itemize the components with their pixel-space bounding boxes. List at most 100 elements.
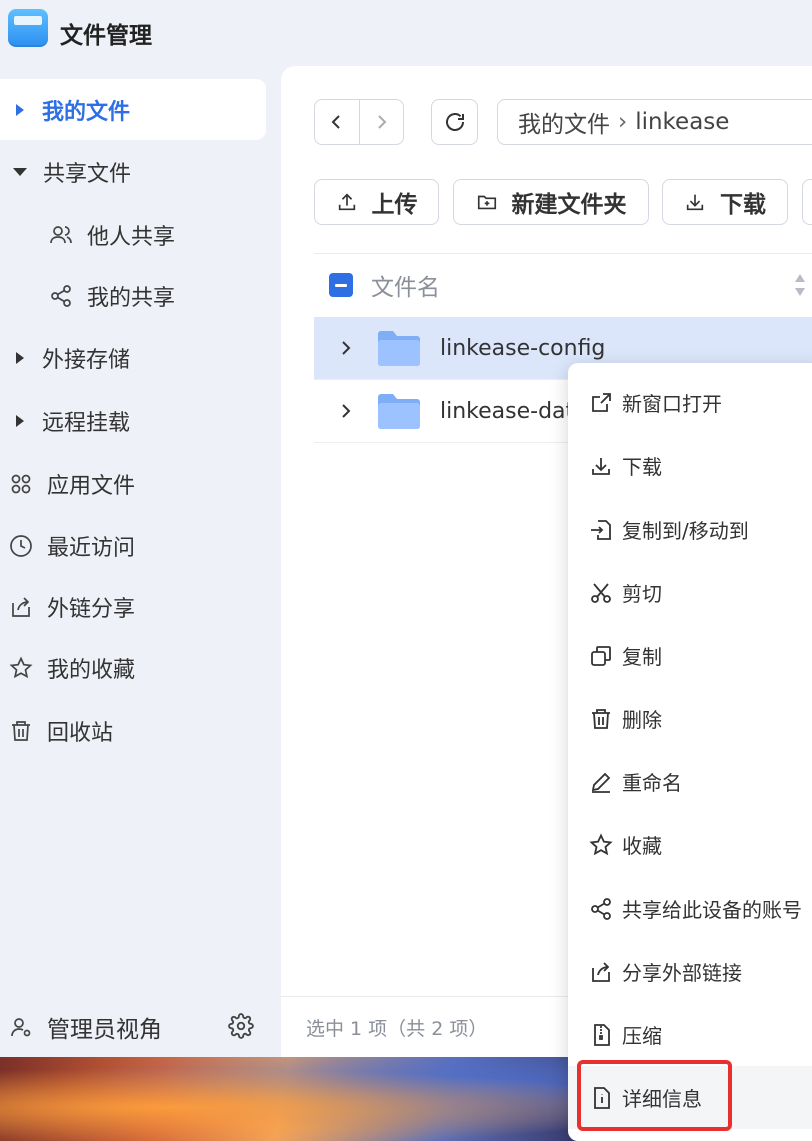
sidebar-item-favorites[interactable]: 我的收藏 [0, 637, 266, 698]
back-button[interactable] [315, 100, 359, 144]
folder-icon [378, 393, 420, 429]
menu-item-label: 下载 [622, 455, 662, 479]
menu-item-label: 新窗口打开 [622, 392, 722, 416]
trash-icon [588, 706, 614, 732]
admin-view-toggle[interactable]: 管理员视角 [0, 996, 281, 1057]
menu-item-label: 复制 [622, 645, 662, 669]
copy-icon [588, 643, 614, 669]
sidebar-item-label: 外链分享 [47, 596, 136, 622]
upload-label: 上传 [371, 192, 418, 218]
menu-item-delete[interactable]: 删除 [568, 687, 812, 750]
download-button[interactable]: 下载 [662, 179, 788, 225]
new-folder-label: 新建文件夹 [511, 192, 627, 218]
sidebar-item-my-files[interactable]: 我的文件 [0, 79, 266, 140]
file-name: linkease-data [440, 398, 588, 424]
menu-item-compress[interactable]: 压缩 [568, 1003, 812, 1066]
star-icon [8, 655, 34, 681]
chevron-right-icon [378, 115, 387, 129]
column-header-name[interactable]: 文件名 [371, 268, 440, 302]
admin-user-icon [8, 1014, 34, 1040]
titlebar: 文件管理 [0, 0, 812, 66]
menu-item-rename[interactable]: 重命名 [568, 750, 812, 813]
sidebar-item-shared-files[interactable]: 共享文件 [0, 141, 266, 202]
refresh-icon [445, 113, 464, 131]
gear-icon[interactable] [228, 1013, 254, 1045]
share-icon [48, 283, 74, 309]
menu-item-copy[interactable]: 复制 [568, 624, 812, 687]
trash-icon [8, 718, 34, 744]
share-icon [588, 896, 614, 922]
sidebar-item-label: 外接存储 [42, 347, 131, 373]
upload-button[interactable]: 上传 [314, 179, 439, 225]
sidebar-item-external-storage[interactable]: 外接存储 [0, 327, 266, 388]
menu-item-label: 分享外部链接 [622, 961, 742, 985]
menu-item-cut[interactable]: 剪切 [568, 561, 812, 624]
menu-item-label: 剪切 [622, 582, 662, 606]
menu-item-label: 删除 [622, 708, 662, 732]
menu-item-label: 压缩 [622, 1024, 662, 1048]
app-title: 文件管理 [60, 23, 152, 49]
sidebar-item-label: 远程挂载 [42, 410, 131, 436]
menu-item-label: 共享给此设备的账号 [622, 898, 802, 922]
breadcrumb-root[interactable]: 我的文件 [518, 105, 610, 139]
caret-right-icon [16, 103, 24, 116]
caret-right-icon [16, 351, 24, 364]
caret-down-icon [13, 167, 27, 176]
menu-item-copy-move-to[interactable]: 复制到/移动到 [568, 498, 812, 561]
menu-item-share-external-link[interactable]: 分享外部链接 [568, 940, 812, 1003]
download-label: 下载 [720, 192, 766, 218]
sidebar-item-label: 我的共享 [87, 285, 176, 311]
sidebar-item-label: 回收站 [47, 720, 114, 746]
menu-item-label: 复制到/移动到 [622, 519, 749, 543]
select-all-checkbox[interactable] [329, 273, 353, 297]
expand-chevron-icon[interactable] [334, 403, 358, 419]
breadcrumb-separator-icon: › [618, 109, 628, 135]
sidebar-item-recycle-bin[interactable]: 回收站 [0, 700, 266, 761]
menu-item-share-to-accounts[interactable]: 共享给此设备的账号 [568, 877, 812, 940]
admin-view-label: 管理员视角 [47, 1016, 162, 1043]
external-share-icon [8, 594, 34, 620]
history-nav [314, 99, 404, 145]
highlight-annotation [577, 1060, 732, 1131]
file-name: linkease-config [440, 335, 606, 361]
sidebar-item-label: 我的文件 [42, 99, 131, 125]
refresh-button[interactable] [431, 99, 478, 145]
sidebar-item-shared-with-me[interactable]: 他人共享 [0, 204, 266, 265]
caret-right-icon [16, 414, 24, 427]
sidebar-item-recent[interactable]: 最近访问 [0, 515, 266, 576]
sidebar-item-label: 最近访问 [47, 535, 136, 561]
table-header: 文件名 [314, 253, 812, 316]
forward-button[interactable] [358, 100, 404, 144]
folder-icon [378, 330, 420, 366]
external-link-icon [588, 390, 614, 416]
sidebar-item-label: 他人共享 [87, 224, 176, 250]
sidebar-item-app-files[interactable]: 应用文件 [0, 453, 266, 514]
sidebar-item-my-shares[interactable]: 我的共享 [0, 265, 266, 326]
new-folder-button[interactable]: 新建文件夹 [453, 179, 649, 225]
folder-app-icon [8, 9, 48, 47]
pencil-icon [588, 769, 614, 795]
move-to-icon [588, 517, 614, 543]
download-icon [686, 194, 704, 211]
sort-icon[interactable] [794, 272, 806, 302]
sidebar-item-external-share[interactable]: 外链分享 [0, 576, 266, 637]
menu-item-download[interactable]: 下载 [568, 434, 812, 497]
sidebar-item-remote-mount[interactable]: 远程挂载 [0, 390, 266, 451]
menu-item-open-new-window[interactable]: 新窗口打开 [568, 371, 812, 434]
breadcrumb-current[interactable]: linkease [635, 109, 729, 135]
sidebar-item-label: 应用文件 [47, 473, 136, 499]
sidebar-item-label: 共享文件 [43, 161, 132, 187]
breadcrumb: 我的文件 › linkease [497, 99, 812, 145]
download-icon [588, 453, 614, 479]
menu-item-label: 收藏 [622, 834, 662, 858]
menu-item-label: 重命名 [622, 771, 682, 795]
menu-item-favorite[interactable]: 收藏 [568, 813, 812, 876]
more-toolbar-button[interactable] [802, 179, 812, 225]
context-menu: 新窗口打开 下载 复制到/移动到 剪切 复制 删除 重命名 收藏 共享给此设备的… [568, 363, 812, 1141]
expand-chevron-icon[interactable] [334, 340, 358, 356]
new-folder-icon [477, 195, 496, 210]
chevron-left-icon [331, 115, 340, 129]
sidebar-item-label: 我的收藏 [47, 657, 136, 683]
star-icon [588, 832, 614, 858]
external-share-icon [588, 959, 614, 985]
